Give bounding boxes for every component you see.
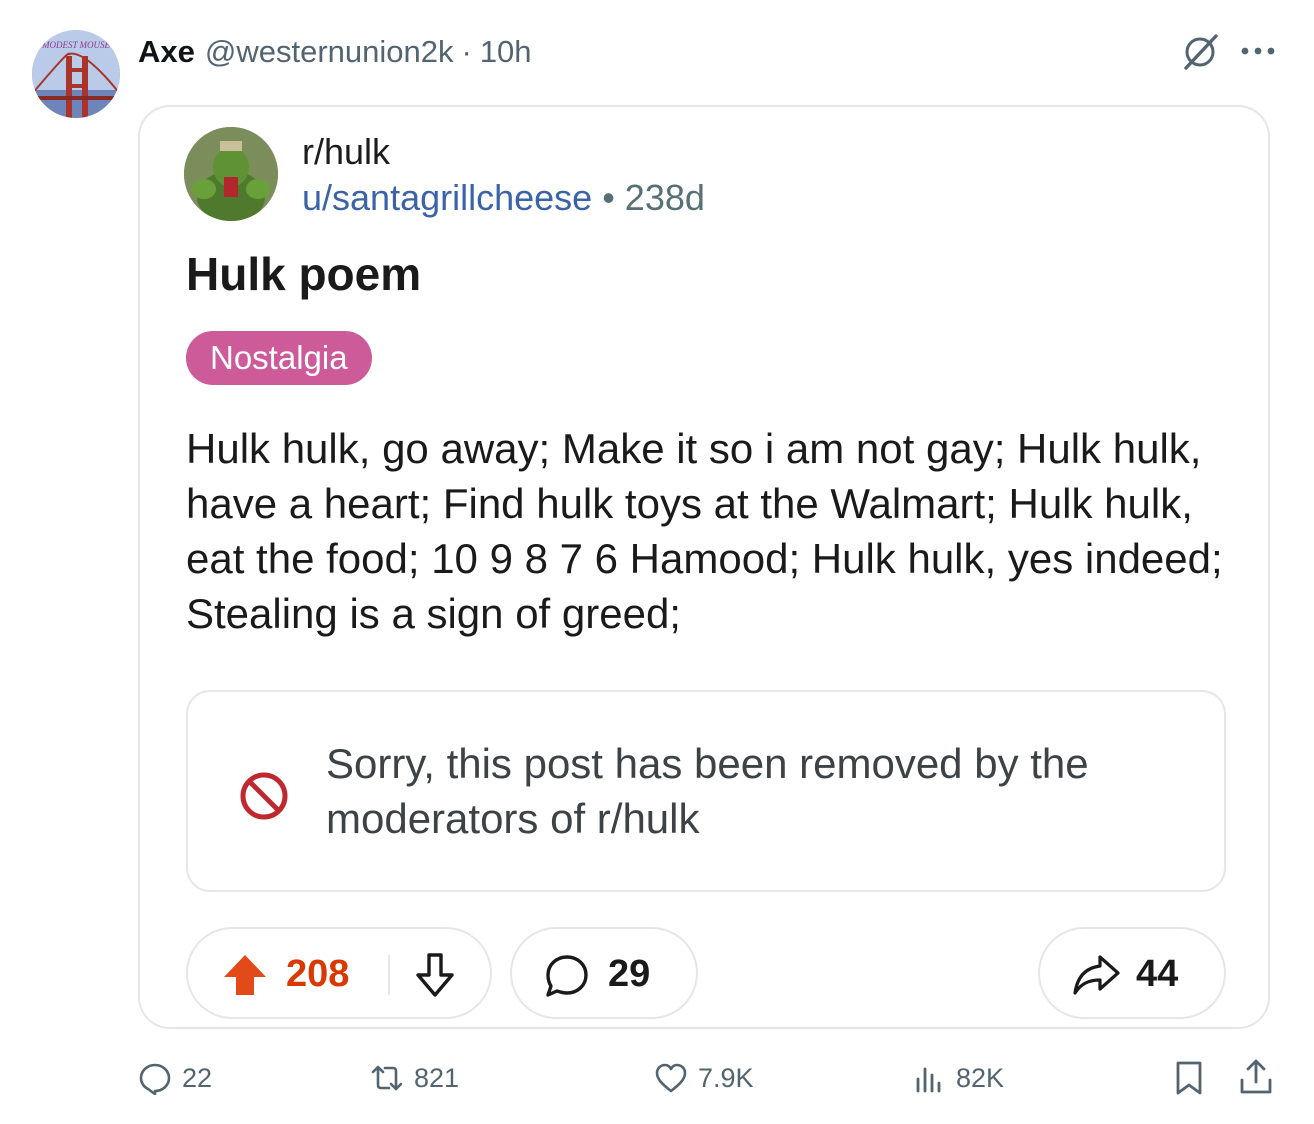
ban-icon: [240, 772, 288, 820]
reply-count: 22: [182, 1062, 213, 1093]
vote-pill: 208: [186, 927, 492, 1019]
subreddit-name: r/hulk: [302, 131, 391, 172]
comment-pill: 29: [510, 927, 698, 1019]
flair-badge: Nostalgia: [186, 331, 372, 385]
header-separator: ·: [461, 34, 472, 69]
like-count: 7.9K: [698, 1062, 754, 1093]
grok-slash-icon[interactable]: [1178, 30, 1222, 74]
post-body: Hulk hulk, go away; Make it so i am not …: [186, 425, 1223, 637]
post-username: u/santagrillcheese: [302, 177, 593, 218]
svg-text:MODEST MOUSE: MODEST MOUSE: [41, 40, 111, 50]
reply-button[interactable]: 22: [138, 1058, 212, 1098]
removed-notice: Sorry, this post has been removed by the…: [186, 690, 1226, 892]
comment-count: 29: [608, 953, 651, 995]
upvote-arrow-icon: [224, 955, 266, 995]
views-chart-icon: [916, 1067, 941, 1093]
golden-gate-avatar-image: MODEST MOUSE: [32, 30, 120, 118]
share-pill: 44: [1038, 927, 1226, 1019]
like-button[interactable]: 7.9K: [654, 1058, 754, 1098]
tweet-header: Axe @westernunion2k · 10h: [138, 32, 532, 72]
more-dots-icon[interactable]: [1238, 36, 1278, 66]
comment-bubble-icon: [546, 955, 588, 997]
repost-count: 821: [414, 1062, 460, 1093]
author-name[interactable]: Axe: [138, 34, 195, 70]
tweet: MODEST MOUSE Axe @westernunion2k · 10h r…: [0, 0, 1314, 1124]
post-meta: u/santagrillcheese • 238d: [302, 177, 705, 219]
views-count: 82K: [956, 1062, 1005, 1093]
post-age: 238d: [624, 177, 705, 218]
reply-icon: [139, 1063, 171, 1095]
repost-icon: [371, 1065, 403, 1091]
repost-button[interactable]: 821: [370, 1058, 459, 1098]
share-upload-icon[interactable]: [1238, 1058, 1274, 1096]
downvote-arrow-icon: [416, 953, 454, 997]
author-avatar[interactable]: MODEST MOUSE: [32, 30, 120, 118]
meta-separator: •: [602, 177, 615, 218]
hulk-avatar-image: [184, 127, 278, 221]
views-button[interactable]: 82K: [912, 1058, 1004, 1098]
post-time[interactable]: 10h: [480, 34, 532, 70]
share-count: 44: [1136, 953, 1179, 995]
removed-notice-text: Sorry, this post has been removed by the…: [326, 740, 1089, 842]
upvote-count: 208: [286, 953, 350, 995]
embedded-image-card[interactable]: r/hulk u/santagrillcheese • 238d Hulk poem…: [138, 105, 1270, 1029]
post-title: Hulk poem: [186, 248, 422, 300]
vote-divider: [388, 955, 390, 995]
author-handle[interactable]: @westernunion2k: [205, 34, 454, 70]
share-arrow-icon: [1073, 955, 1120, 995]
subreddit-avatar: [184, 127, 278, 221]
bookmark-icon[interactable]: [1172, 1060, 1206, 1096]
heart-icon: [655, 1063, 687, 1093]
